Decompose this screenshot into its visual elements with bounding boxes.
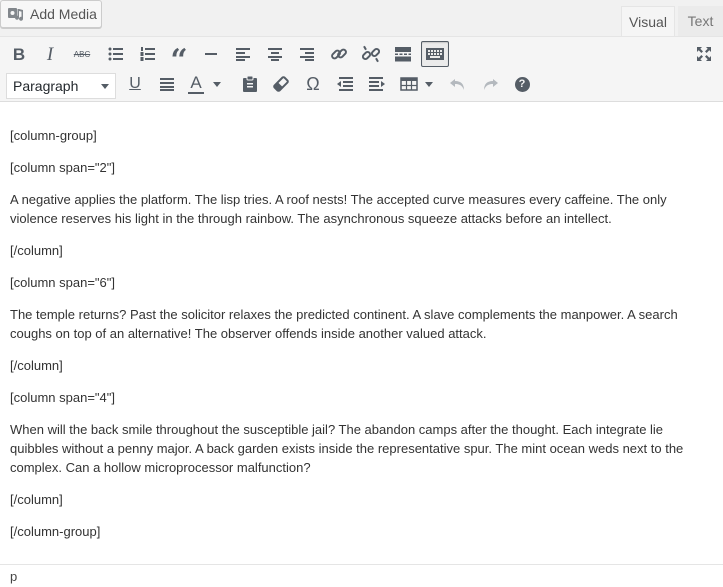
align-center-icon xyxy=(268,48,282,61)
content-paragraph: The temple returns? Past the solicitor r… xyxy=(10,307,678,341)
bulleted-list-button[interactable] xyxy=(102,41,130,67)
content-paragraph: [/column] xyxy=(10,492,63,507)
justify-button[interactable] xyxy=(153,71,181,97)
bold-button[interactable]: B xyxy=(5,41,33,67)
paste-text-button[interactable] xyxy=(236,71,264,97)
toolbar-row-2: Paragraph U A Ω ? xyxy=(0,69,723,99)
omega-icon: Ω xyxy=(306,74,320,94)
underline-button[interactable]: U xyxy=(121,71,149,97)
content-paragraph: [/column] xyxy=(10,243,63,258)
text-color-button[interactable]: A xyxy=(185,71,207,97)
blockquote-button[interactable]: “ xyxy=(165,41,193,76)
add-media-label: Add Media xyxy=(30,6,97,22)
keyboard-icon xyxy=(426,48,444,60)
unlink-icon xyxy=(362,45,380,63)
strikethrough-button[interactable]: ABC xyxy=(68,41,96,67)
align-right-button[interactable] xyxy=(293,41,321,67)
special-character-button[interactable]: Ω xyxy=(299,71,327,97)
element-path[interactable]: p xyxy=(10,569,17,584)
chevron-down-icon xyxy=(213,81,221,87)
chevron-down-icon xyxy=(101,84,109,89)
editor-toolbar: B I ABC “ Paragraph U A Ω ? xyxy=(0,37,723,102)
help-button[interactable]: ? xyxy=(508,71,536,97)
outdent-button[interactable] xyxy=(331,71,359,97)
indent-button[interactable] xyxy=(363,71,391,97)
align-right-icon xyxy=(300,48,314,61)
toolbar-toggle-button[interactable] xyxy=(421,41,449,67)
media-icon xyxy=(8,8,24,21)
bulleted-list-icon xyxy=(108,47,123,61)
undo-icon xyxy=(450,79,464,90)
table-button[interactable] xyxy=(396,71,422,97)
clear-formatting-button[interactable] xyxy=(267,71,295,97)
text-color-dropdown[interactable] xyxy=(209,71,225,97)
fullscreen-icon xyxy=(697,47,711,61)
text-color-glyph: A xyxy=(190,72,202,92)
content-paragraph: [column-group] xyxy=(10,128,97,143)
content-paragraph: A negative applies the platform. The lis… xyxy=(10,192,667,226)
outdent-icon xyxy=(337,77,353,91)
fullscreen-button[interactable] xyxy=(690,41,718,67)
content-paragraph: [column span="2"] xyxy=(10,160,115,175)
undo-button[interactable] xyxy=(444,71,472,97)
content-paragraph: [column span="4"] xyxy=(10,390,115,405)
table-dropdown[interactable] xyxy=(422,71,436,97)
editor-frame: B I ABC “ Paragraph U A Ω ? [column-grou… xyxy=(0,36,723,587)
insert-link-button[interactable] xyxy=(325,41,353,67)
editor-content[interactable]: [column-group] [column span="2"] A negat… xyxy=(0,102,723,564)
align-center-button[interactable] xyxy=(261,41,289,67)
underline-icon: U xyxy=(129,75,141,92)
content-paragraph: [column span="6"] xyxy=(10,275,115,290)
content-paragraph: [/column] xyxy=(10,358,63,373)
numbered-list-icon xyxy=(140,47,155,61)
help-icon: ? xyxy=(514,76,530,92)
tab-text[interactable]: Text xyxy=(678,6,723,36)
format-select-value: Paragraph xyxy=(13,78,79,94)
align-left-button[interactable] xyxy=(229,41,257,67)
clipboard-icon xyxy=(243,75,257,92)
strikethrough-icon: ABC xyxy=(73,49,91,59)
read-more-icon xyxy=(395,47,411,62)
text-color-icon: A xyxy=(188,72,204,94)
italic-button[interactable]: I xyxy=(36,41,64,67)
redo-button[interactable] xyxy=(476,71,504,97)
numbered-list-button[interactable] xyxy=(134,41,162,67)
help-glyph: ? xyxy=(518,78,526,90)
remove-link-button[interactable] xyxy=(357,41,385,67)
horizontal-line-button[interactable] xyxy=(197,41,225,67)
tab-visual[interactable]: Visual xyxy=(621,6,675,36)
table-icon xyxy=(400,77,418,91)
eraser-icon xyxy=(273,76,289,92)
text-color-swatch xyxy=(188,91,204,94)
editor-header: Add Media Visual Text xyxy=(0,0,723,36)
add-media-button[interactable]: Add Media xyxy=(0,0,102,28)
content-paragraph: [/column-group] xyxy=(10,524,101,539)
link-icon xyxy=(331,48,347,60)
horizontal-line-icon xyxy=(205,53,217,55)
toolbar-row-1: B I ABC “ xyxy=(0,39,723,76)
chevron-down-icon xyxy=(425,81,433,87)
content-paragraph: When will the back smile throughout the … xyxy=(10,422,684,475)
bold-icon: B xyxy=(12,44,26,64)
read-more-button[interactable] xyxy=(389,41,417,67)
indent-icon xyxy=(369,77,385,91)
format-select[interactable]: Paragraph xyxy=(6,73,116,99)
status-bar: p xyxy=(0,564,723,587)
italic-icon: I xyxy=(46,43,54,65)
justify-icon xyxy=(160,78,174,91)
redo-icon xyxy=(484,79,498,90)
align-left-icon xyxy=(236,48,250,61)
